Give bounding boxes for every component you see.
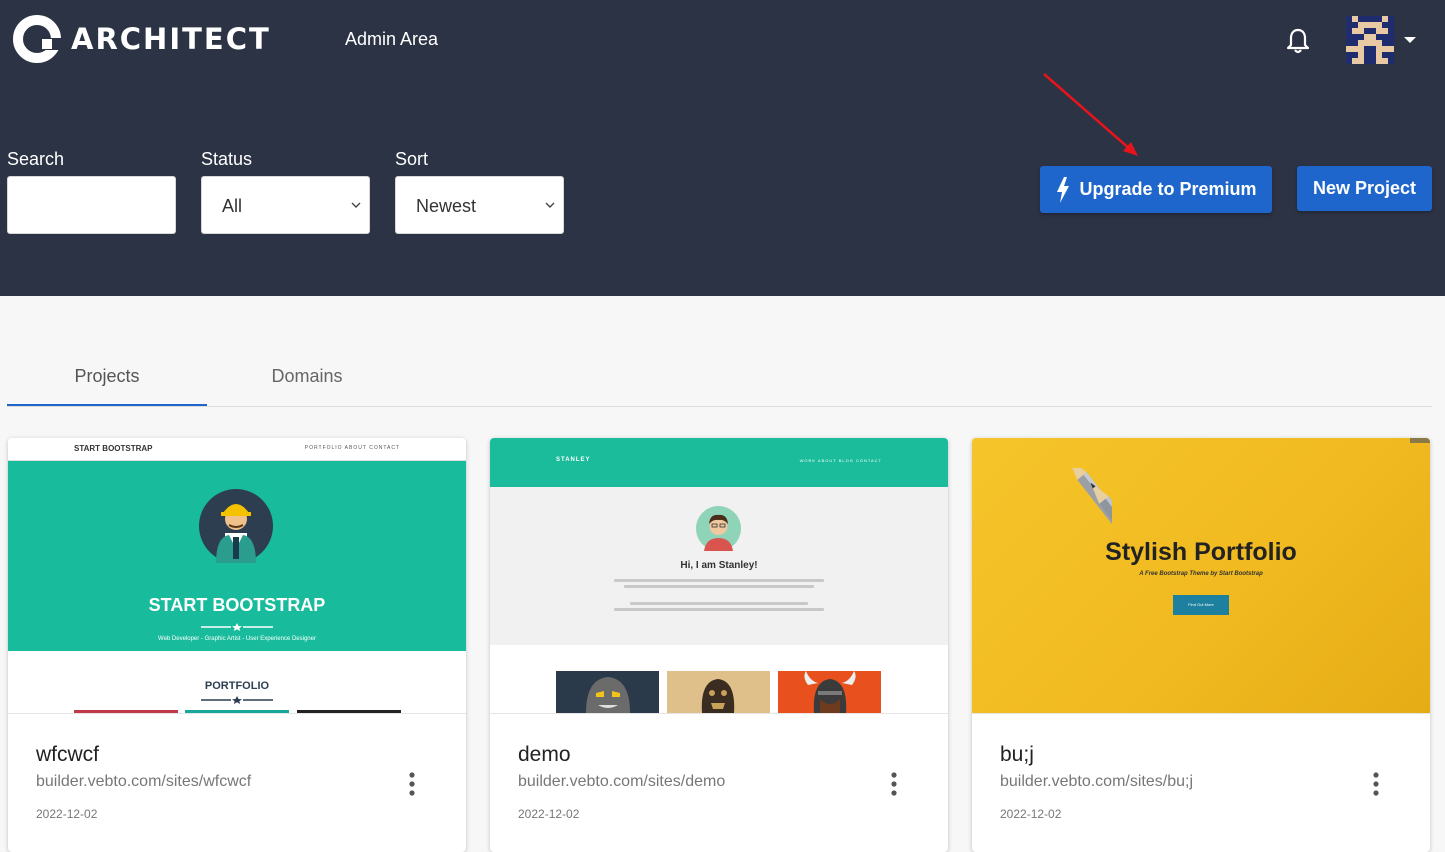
thumbnail-section-title: PORTFOLIO (204, 680, 270, 692)
project-url[interactable]: builder.vebto.com/sites/demo (518, 772, 725, 792)
thumbnail-navbar: STANLEY WORK ABOUT BLOG CONTACT (490, 438, 948, 487)
logo-icon (13, 15, 62, 63)
viking-icon (804, 671, 856, 713)
thumbnail-text-line (614, 579, 824, 582)
thumbnail-subtitle: Web Developer - Graphic Artist - User Ex… (158, 636, 316, 642)
thumbnail-brand: START BOOTSTRAP (74, 444, 153, 453)
admin-area-link[interactable]: Admin Area (345, 28, 438, 50)
thumbnail-title: Stylish Portfolio (1105, 538, 1297, 566)
thumbnail-gorilla-image (556, 671, 659, 713)
developer-avatar-icon (199, 489, 273, 563)
tab-domains[interactable]: Domains (207, 352, 407, 406)
stanley-avatar-icon (696, 506, 741, 551)
architect-logo[interactable]: ARCHITECT (12, 14, 271, 64)
thumbnail-nav-links: PORTFOLIO ABOUT CONTACT (304, 445, 400, 451)
search-label: Search (7, 149, 65, 169)
project-date: 2022-12-02 (518, 807, 580, 821)
project-name[interactable]: demo (518, 743, 571, 767)
avatar[interactable] (1346, 16, 1394, 64)
card-divider (972, 713, 1430, 714)
thumbnail-corner-toggle (1410, 438, 1430, 443)
project-thumbnail[interactable]: START BOOTSTRAP PORTFOLIO ABOUT CONTACT … (8, 438, 466, 713)
card-divider (490, 713, 948, 714)
status-value: All (222, 196, 243, 216)
project-name[interactable]: wfcwcf (36, 743, 99, 767)
mask-icon (701, 679, 735, 713)
status-select[interactable]: All (201, 176, 370, 234)
project-date: 2022-12-02 (36, 807, 98, 821)
bell-icon[interactable] (1285, 27, 1311, 55)
top-header: ARCHITECT Admin Area Search Status All S… (0, 0, 1445, 296)
more-vertical-icon[interactable] (888, 771, 900, 797)
thumbnail-hero: Hi, I am Stanley! (490, 487, 948, 645)
star-divider-icon (201, 623, 273, 631)
project-thumbnail[interactable]: STANLEY WORK ABOUT BLOG CONTACT Hi, I am… (490, 438, 948, 713)
thumbnail-text-line (614, 608, 824, 611)
thumbnail-text-line (624, 585, 814, 588)
logo-text: ARCHITECT (71, 22, 271, 56)
project-date: 2022-12-02 (1000, 807, 1062, 821)
new-project-button[interactable]: New Project (1297, 166, 1432, 211)
more-vertical-icon[interactable] (406, 771, 418, 797)
thumbnail-navbar: START BOOTSTRAP PORTFOLIO ABOUT CONTACT (8, 438, 466, 461)
lightning-icon (1057, 176, 1070, 203)
thumbnail-title: START BOOTSTRAP (148, 595, 326, 615)
annotation-arrow (1043, 73, 1138, 156)
thumbnail-title: Hi, I am Stanley! (680, 560, 758, 571)
new-project-label: New Project (1312, 178, 1417, 198)
project-url[interactable]: builder.vebto.com/sites/wfcwcf (36, 772, 251, 792)
project-thumbnail[interactable]: Stylish Portfolio A Free Bootstrap Theme… (972, 438, 1430, 713)
thumbnail-mask-image (667, 671, 770, 713)
sort-select[interactable]: Newest (395, 176, 564, 234)
project-card[interactable]: Stylish Portfolio A Free Bootstrap Theme… (972, 438, 1430, 852)
chevron-down-icon[interactable] (1403, 35, 1417, 45)
sort-label: Sort (395, 149, 429, 169)
more-vertical-icon[interactable] (1370, 771, 1382, 797)
thumbnail-nav-links: WORK ABOUT BLOG CONTACT (799, 458, 882, 463)
project-name[interactable]: bu;j (1000, 743, 1034, 767)
upgrade-label: Upgrade to Premium (1079, 179, 1257, 199)
thumbnail-text-line (630, 602, 808, 605)
thumbnail-viking-image (778, 671, 881, 713)
status-label: Status (201, 149, 253, 169)
thumbnail-brand: STANLEY (556, 457, 591, 463)
thumbnail-subtitle: A Free Bootstrap Theme by Start Bootstra… (1139, 571, 1263, 577)
project-url[interactable]: builder.vebto.com/sites/bu;j (1000, 772, 1193, 792)
card-divider (8, 713, 466, 714)
tab-projects[interactable]: Projects (7, 352, 207, 406)
thumbnail-cta-button: Find Out More (1173, 595, 1229, 615)
project-card[interactable]: STANLEY WORK ABOUT BLOG CONTACT Hi, I am… (490, 438, 948, 852)
tab-bar: Projects Domains (7, 352, 1432, 407)
star-divider-icon (201, 696, 273, 704)
upgrade-to-premium-button[interactable]: Upgrade to Premium (1040, 166, 1272, 213)
sort-value: Newest (416, 196, 477, 216)
chevron-down-icon (545, 202, 555, 208)
chevron-down-icon (351, 202, 361, 208)
thumbnail-hero: START BOOTSTRAP Web Developer - Graphic … (8, 461, 466, 651)
search-input[interactable] (7, 176, 176, 234)
project-card[interactable]: START BOOTSTRAP PORTFOLIO ABOUT CONTACT … (8, 438, 466, 852)
gorilla-icon (586, 677, 630, 713)
